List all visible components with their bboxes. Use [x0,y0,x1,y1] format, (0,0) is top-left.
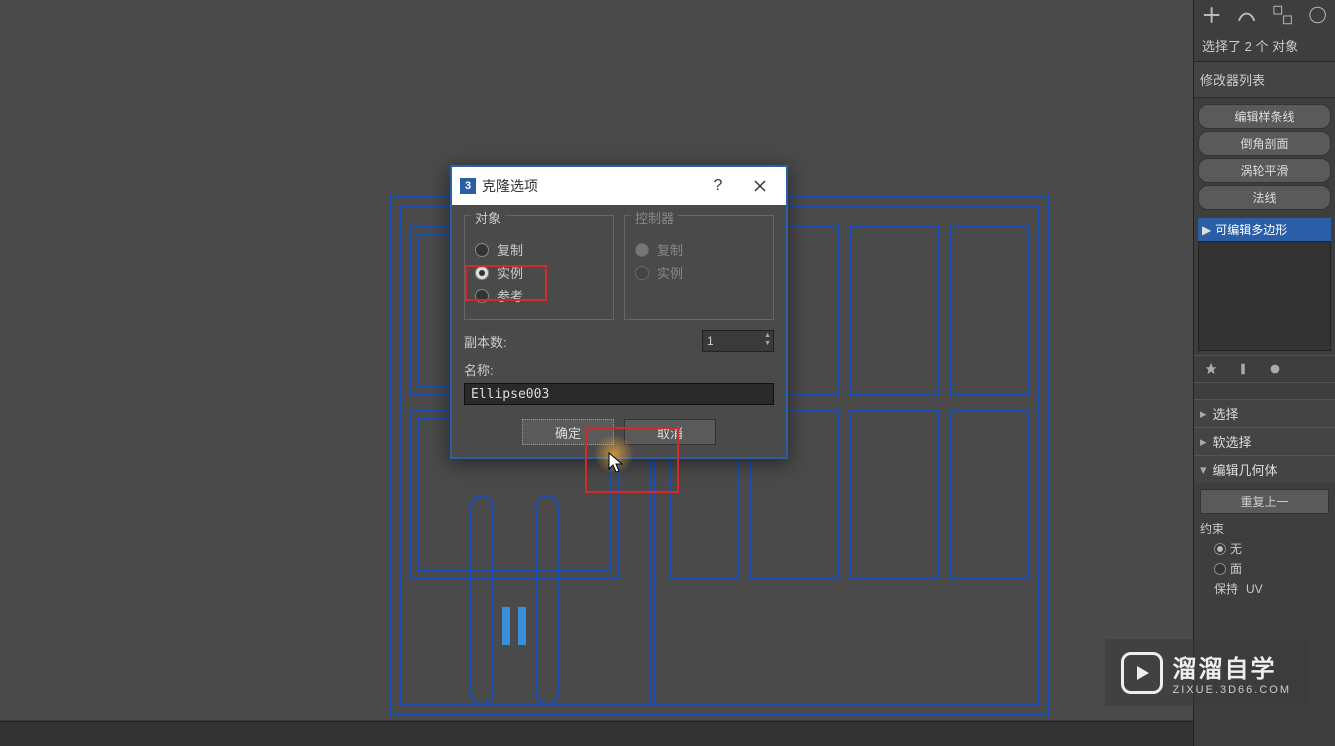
modify-tab-icon[interactable] [1235,3,1258,27]
controller-group: 控制器 复制 实例 [624,215,774,320]
constraints-label: 约束 [1200,520,1329,537]
controller-copy-label: 复制 [657,240,683,259]
dialog-titlebar[interactable]: 3 克隆选项 ? [452,167,786,205]
repeat-last-button[interactable]: 重复上一 [1200,489,1329,514]
object-group-label: 对象 [471,208,505,227]
copies-spinner[interactable]: 1 ▲▼ [702,330,774,352]
modifier-chamfer[interactable]: 倒角剖面 [1198,131,1331,156]
dialog-title: 克隆选项 [482,176,694,196]
watermark: 溜溜自学 ZIXUE.3D66.COM [1105,639,1307,706]
rollout-title: 选择 [1213,404,1239,423]
make-unique-icon[interactable] [1268,362,1282,376]
preserve-label: 保持 [1214,580,1238,597]
rollout-edit-geometry: ▾ 编辑几何体 重复上一 约束 无 面 保持 UV [1194,455,1335,606]
rollout-soft-selection: ▸ 软选择 [1194,427,1335,455]
object-group: 对象 复制 实例 参考 [464,215,614,320]
watermark-url: ZIXUE.3D66.COM [1173,684,1291,696]
panel-tabs[interactable] [1194,0,1335,30]
controller-copy-radio [635,243,649,257]
object-reference-radio[interactable] [475,289,489,303]
spinner-arrows-icon[interactable]: ▲▼ [764,332,771,348]
expand-icon: ▶ [1202,223,1211,237]
constraint-face-label: 面 [1230,560,1242,577]
rollout-selection: ▸ 选择 [1194,399,1335,427]
controller-instance-label: 实例 [657,263,683,282]
name-input[interactable] [464,383,774,405]
copies-value: 1 [707,334,714,348]
watermark-title: 溜溜自学 [1173,649,1291,684]
timeline[interactable] [0,721,1193,746]
hierarchy-tab-icon[interactable] [1271,3,1294,27]
modifier-normal[interactable]: 法线 [1198,185,1331,210]
object-reference-label: 参考 [497,286,523,305]
show-result-icon[interactable] [1236,362,1250,376]
pin-icon[interactable] [1204,362,1218,376]
caret-icon: ▾ [1200,462,1207,478]
caret-icon: ▸ [1200,434,1207,450]
play-icon [1121,652,1163,694]
constraint-face-radio[interactable] [1214,563,1226,575]
object-copy-label: 复制 [497,240,523,259]
constraint-none-radio[interactable] [1214,543,1226,555]
cancel-button[interactable]: 取消 [624,419,716,445]
object-instance-radio[interactable] [475,266,489,280]
controller-instance-radio [635,266,649,280]
modifier-stack[interactable] [1198,241,1331,351]
constraint-none-label: 无 [1230,540,1242,557]
selection-info: 选择了 2 个 对象 [1194,30,1335,62]
modifier-list-dropdown[interactable]: 修改器列表 [1194,62,1335,98]
object-instance-label: 实例 [497,263,523,282]
rollout-title: 软选择 [1213,432,1252,451]
name-label: 名称: [464,360,774,379]
copies-label: 副本数: [464,332,507,351]
clone-options-dialog: 3 克隆选项 ? 对象 复制 实例 参考 [450,165,788,459]
object-copy-radio[interactable] [475,243,489,257]
stack-toolbar [1194,355,1335,383]
caret-icon: ▸ [1200,406,1207,422]
ok-button[interactable]: 确定 [522,419,614,445]
modifier-edit-spline[interactable]: 编辑样条线 [1198,104,1331,129]
motion-tab-icon[interactable] [1306,3,1329,27]
modifier-stack-item[interactable]: ▶ 可编辑多边形 [1198,218,1331,241]
command-panel: 选择了 2 个 对象 修改器列表 编辑样条线 倒角剖面 涡轮平滑 法线 ▶ 可编… [1193,0,1335,746]
close-icon [753,179,767,193]
stack-item-label: 可编辑多边形 [1215,221,1287,238]
modifier-turbosmooth[interactable]: 涡轮平滑 [1198,158,1331,183]
rollout-title: 编辑几何体 [1213,460,1278,479]
close-button[interactable] [742,172,778,200]
controller-group-label: 控制器 [631,208,678,227]
help-button[interactable]: ? [700,172,736,200]
uv-label: UV [1246,582,1263,596]
create-tab-icon[interactable] [1200,3,1223,27]
modifier-buttons: 编辑样条线 倒角剖面 涡轮平滑 法线 [1194,98,1335,216]
app-icon: 3 [460,178,476,194]
